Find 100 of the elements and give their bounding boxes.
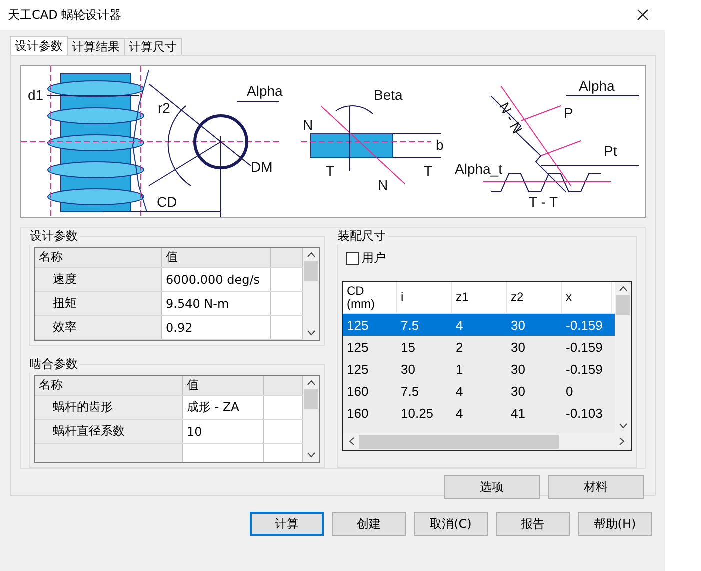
list-row[interactable]: 125 15 2 30 -0.159: [343, 336, 615, 358]
scroll-thumb[interactable]: [359, 434, 559, 448]
column-header[interactable]: i: [397, 282, 452, 313]
scroll-down-icon[interactable]: [618, 423, 628, 429]
vertical-scrollbar[interactable]: [615, 282, 631, 433]
column-header[interactable]: 值: [183, 376, 264, 395]
property-value[interactable]: 6000.000 deg/s: [162, 268, 271, 291]
property-value[interactable]: 9.540 N-m: [162, 292, 271, 315]
list-cell-text: 2: [455, 340, 464, 354]
column-header[interactable]: z1: [452, 282, 507, 313]
diagram-label: Alpha_t: [455, 161, 502, 177]
property-name: 蜗杆直径系数: [35, 420, 183, 443]
group-title: 装配尺寸: [337, 228, 387, 245]
close-icon[interactable]: [637, 9, 649, 21]
scroll-down-icon[interactable]: [306, 330, 316, 336]
dialog-button[interactable]: 取消(C): [414, 512, 488, 536]
diagram-label: T: [424, 163, 433, 179]
list-cell-text: 4: [455, 384, 464, 398]
property-value[interactable]: 10: [183, 420, 264, 443]
scroll-down-icon[interactable]: [306, 452, 316, 458]
diagram-label: DM: [251, 159, 273, 175]
list-cell-text: 30: [510, 384, 526, 398]
scroll-left-icon[interactable]: [349, 437, 355, 446]
list-cell-text: 7.5: [400, 384, 420, 398]
list-cell-text: 125: [346, 318, 370, 332]
group-title: 啮合参数: [29, 356, 79, 373]
list-cell-text: 41: [510, 406, 526, 420]
column-header[interactable]: z2: [507, 282, 562, 313]
dialog-button[interactable]: 帮助(H): [578, 512, 652, 536]
column-header[interactable]: 值: [162, 248, 271, 267]
checkbox-label[interactable]: 用户: [362, 250, 386, 266]
vertical-scrollbar[interactable]: [303, 376, 319, 462]
diagram-label: T: [326, 163, 335, 179]
diagram-label: r2: [158, 100, 170, 116]
dialog-button[interactable]: 材料: [548, 475, 644, 499]
diagram-label: Alpha: [579, 78, 615, 94]
property-name: 蜗杆的齿形: [35, 396, 183, 419]
diagram-label: N - N: [496, 100, 526, 136]
list-cell-text: 4: [455, 318, 464, 332]
scroll-thumb[interactable]: [304, 261, 318, 281]
checkbox[interactable]: [346, 252, 359, 264]
dialog-button[interactable]: 选项: [444, 475, 540, 499]
tab[interactable]: 计算结果: [67, 38, 125, 55]
list-cell-text: 125: [346, 362, 370, 376]
list-cell-text: -0.159: [565, 362, 604, 376]
header-cell: [271, 248, 303, 267]
column-header[interactable]: 名称: [35, 376, 183, 395]
property-value[interactable]: 0.92: [162, 316, 271, 339]
dialog-button[interactable]: 计算: [250, 512, 324, 536]
list-cell-text: -0.159: [565, 318, 604, 332]
header-cell: [264, 376, 303, 395]
diagram-label: Beta: [374, 87, 403, 103]
dialog-button[interactable]: 创建: [332, 512, 406, 536]
diagram-label: b: [436, 137, 444, 153]
list-cell-text: 125: [346, 340, 370, 354]
diagram-label: CD: [157, 194, 178, 210]
list-cell-text: 30: [510, 362, 526, 376]
column-header[interactable]: x: [562, 282, 612, 313]
list-cell-text: -0.103: [565, 406, 604, 420]
column-header[interactable]: 名称: [35, 248, 162, 267]
list-cell-text: 0: [565, 384, 574, 398]
list-row[interactable]: 125 7.5 4 30 -0.159: [343, 314, 615, 336]
diagram-label: P: [564, 105, 574, 121]
horizontal-scrollbar[interactable]: [343, 433, 631, 450]
diagram-label: Alpha: [247, 83, 283, 99]
diagram-label: N: [303, 117, 314, 133]
list-cell-text: 15: [400, 340, 416, 354]
list-cell-text: 30: [510, 318, 526, 332]
group-title: 设计参数: [29, 228, 79, 245]
property-name: 效率: [35, 316, 162, 339]
scroll-thumb[interactable]: [304, 389, 318, 409]
scroll-right-icon[interactable]: [619, 437, 625, 446]
scroll-up-icon[interactable]: [306, 252, 316, 258]
list-row[interactable]: 125 30 1 30 -0.159: [343, 358, 615, 380]
list-row[interactable]: 160 7.5 4 30 0: [343, 380, 615, 402]
diagram-label: Pt: [604, 143, 618, 159]
scroll-up-icon[interactable]: [618, 286, 628, 292]
window-title: 天工CAD 蜗轮设计器: [8, 6, 122, 24]
list-cell-text: -0.159: [565, 340, 604, 354]
list-cell-text: 10.25: [400, 406, 435, 420]
list-cell-text: 7.5: [400, 318, 420, 332]
tab[interactable]: 计算尺寸: [124, 38, 182, 55]
list-cell-text: 160: [346, 384, 370, 398]
list-row[interactable]: 160 10.25 4 41 -0.103: [343, 402, 615, 424]
list-cell-text: 160: [346, 406, 370, 420]
diagram-label: T - T: [529, 194, 558, 210]
list-cell-text: 4: [455, 406, 464, 420]
property-name: 速度: [35, 268, 162, 291]
list-cell-text: 30: [510, 340, 526, 354]
scroll-up-icon[interactable]: [306, 380, 316, 386]
property-value[interactable]: 成形 - ZA: [183, 396, 264, 419]
vertical-scrollbar[interactable]: [303, 248, 319, 340]
column-header[interactable]: CD (mm): [343, 282, 397, 313]
diagram-label: N: [378, 177, 388, 193]
diagram-label: d1: [28, 87, 44, 103]
tab[interactable]: 设计参数: [10, 36, 68, 55]
list-cell-text: 30: [400, 362, 416, 376]
scroll-thumb[interactable]: [616, 295, 630, 315]
dialog-button[interactable]: 报告: [496, 512, 570, 536]
property-name: 扭矩: [35, 292, 162, 315]
